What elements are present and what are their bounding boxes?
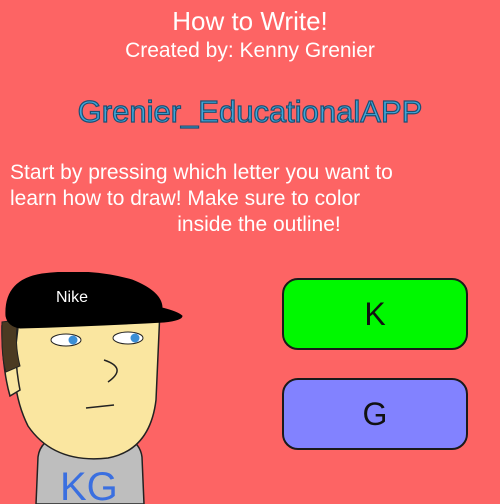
instructions-line-3: inside the outline! [177,213,341,236]
cap-logo-text: Nike [56,289,88,306]
letter-k-button[interactable]: K [282,278,468,350]
face-shape [13,309,161,460]
letter-g-label: G [362,395,388,432]
instructions-line-1: Start by pressing which letter you want … [10,161,393,184]
credit-text: Created by: Kenny Grenier [125,39,375,62]
brand-title: Grenier_EducationalAPP [77,93,423,129]
letter-g-button[interactable]: G [282,378,468,450]
avatar-cartoon: Nike KG [1,272,183,504]
shirt-logo-text: KG [60,465,118,504]
right-pupil [130,333,140,343]
instructions-line-2: learn how to draw! Make sure to color [10,187,361,210]
instructions-text: Start by pressing which letter you want … [10,160,490,238]
letter-k-label: K [364,295,386,332]
cap-shape [5,272,183,329]
page-title: How to Write! [172,6,328,36]
left-pupil [68,335,78,345]
